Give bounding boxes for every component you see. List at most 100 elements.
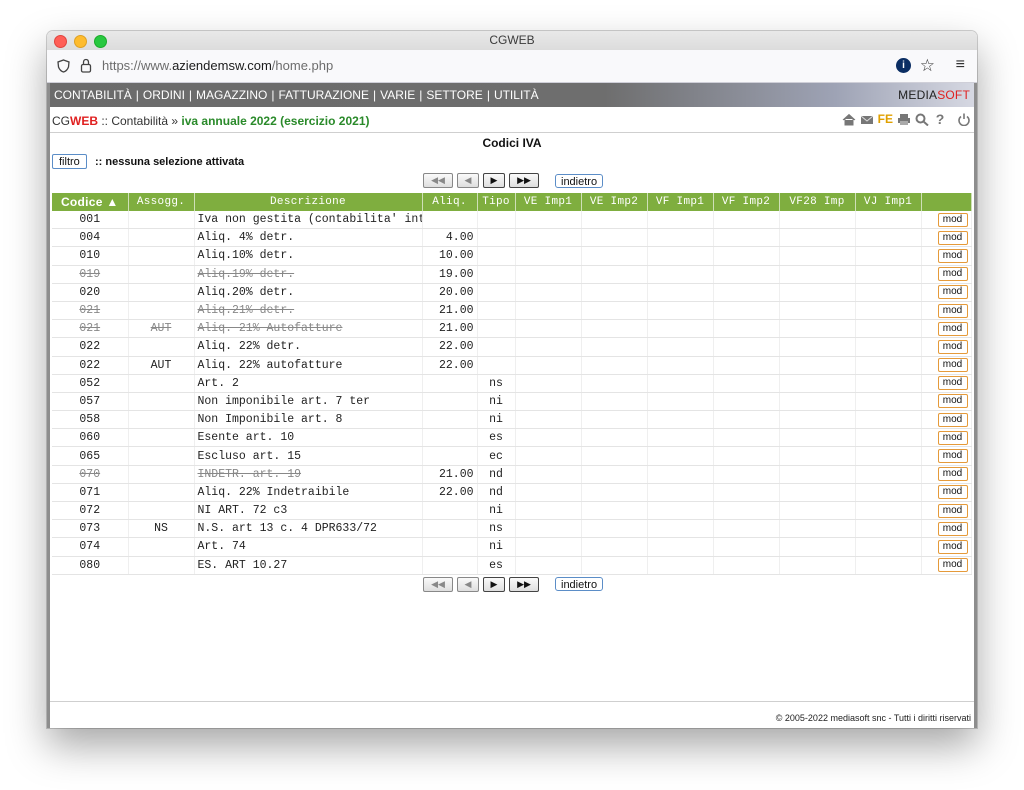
close-window-button[interactable] [54,35,67,48]
empty-cell [713,446,780,466]
action-cell: mod [921,265,972,284]
last-page-button[interactable]: ▶▶ [509,173,539,188]
minimize-window-button[interactable] [74,35,87,48]
breadcrumb-app-web[interactable]: WEB [70,114,98,128]
mod-button[interactable]: mod [937,285,968,300]
mod-button[interactable]: mod [937,376,968,391]
next-page-button-bottom[interactable]: ▶ [483,576,505,592]
browser-menu-icon[interactable]: ≡ [956,56,965,74]
menu-item[interactable]: VARIE [380,88,415,102]
mod-button[interactable]: mod [937,485,968,500]
empty-cell [515,265,582,284]
mail-icon[interactable] [860,113,874,126]
next-page-button[interactable]: ▶ [483,173,505,188]
codice-cell: 058 [52,410,129,430]
table-row: 073 NS N.S. art 13 c. 4 DPR633/72 ns mod [52,519,972,539]
address-field[interactable]: https://www.aziendemsw.com/home.php [102,58,333,73]
print-icon[interactable] [897,113,911,126]
mod-button[interactable]: mod [937,230,968,245]
empty-cell [855,446,922,466]
tipo-cell: es [477,556,516,575]
empty-cell [515,519,582,539]
breadcrumb: CGWEB :: Contabilità » iva annuale 2022 … [52,114,370,128]
codice-cell: 001 [52,211,129,230]
column-header: VF Imp2 [713,193,780,211]
extension-icon[interactable]: i [896,58,911,73]
empty-cell [647,265,714,284]
home-icon[interactable] [842,113,856,126]
prev-page-button-bottom[interactable]: ◀ [457,576,479,592]
table-row: 070 INDETR. art. 19 21.00 nd mod [52,465,972,484]
menu-item[interactable]: FATTURAZIONE [279,88,369,102]
table-header-row: Codice ▲ Assogg. Descrizione Aliq. Tipo VE Im… [52,193,972,211]
menu-item[interactable]: MAGAZZINO [196,88,267,102]
breadcrumb-app-cg[interactable]: CG [52,114,70,128]
descrizione-cell: Non Imponibile art. 8 [194,410,423,430]
descrizione-cell: Aliq. 21% Autofatture [194,319,423,339]
last-page-button-bottom[interactable]: ▶▶ [509,576,539,592]
menu-separator: | [372,88,377,102]
menu-item[interactable]: CONTABILITÀ [54,88,132,102]
mod-button[interactable]: mod [937,449,968,464]
url-bar: https://www.aziendemsw.com/home.php i ☆ … [47,50,977,83]
empty-cell [647,483,714,503]
empty-cell [515,246,582,266]
mod-button[interactable]: mod [937,521,968,536]
mod-button[interactable]: mod [937,212,968,227]
menu-item[interactable]: SETTORE [426,88,482,102]
bookmark-star-icon[interactable]: ☆ [920,56,935,76]
column-header: Aliq. [422,193,478,211]
first-page-button[interactable]: ◀◀ [423,173,453,188]
codice-cell: 072 [52,501,129,521]
power-icon[interactable] [957,113,971,126]
aliquota-cell: 19.00 [422,265,478,284]
mod-button[interactable]: mod [937,412,968,427]
first-page-button-bottom[interactable]: ◀◀ [423,576,453,592]
help-icon[interactable]: ? [933,112,947,126]
menu-item[interactable]: UTILITÀ [494,88,539,102]
search-icon[interactable] [915,113,929,126]
mod-button[interactable]: mod [937,558,968,573]
lock-icon[interactable] [80,58,92,73]
assogg-cell [128,283,195,302]
empty-cell [581,465,648,484]
mod-button[interactable]: mod [937,339,968,354]
descrizione-cell: Escluso art. 15 [194,446,423,466]
fe-icon[interactable]: FE [878,112,893,126]
shield-icon[interactable] [57,59,70,73]
table-row: 058 Non Imponibile art. 8 ni mod [52,410,972,430]
mod-button[interactable]: mod [937,430,968,445]
mod-button[interactable]: mod [937,467,968,482]
empty-cell [515,410,582,430]
table-body: 001 Iva non gestita (contabilita' int mod 0… [52,211,972,575]
filter-button[interactable]: filtro [52,154,87,169]
menu-item[interactable]: ORDINI [143,88,185,102]
mod-button[interactable]: mod [937,539,968,554]
mod-button[interactable]: mod [937,394,968,409]
mod-button[interactable]: mod [937,248,968,263]
empty-cell [713,356,780,375]
empty-cell [779,465,856,484]
back-button[interactable]: indietro [555,173,604,188]
mod-button[interactable]: mod [937,303,968,318]
page-title: Codici IVA [482,136,542,150]
mod-button[interactable]: mod [937,358,968,373]
empty-cell [713,301,780,321]
empty-cell [855,265,922,284]
column-header: Descrizione [194,193,423,211]
menu-separator: | [188,88,193,102]
codice-cell: 020 [52,283,129,302]
mod-button[interactable]: mod [937,321,968,336]
back-button-bottom[interactable]: indietro [555,577,604,592]
breadcrumb-section[interactable]: :: Contabilità » [98,114,181,128]
column-header[interactable]: Codice ▲ [52,193,129,211]
mod-button[interactable]: mod [937,503,968,518]
action-cell: mod [921,228,972,248]
zoom-window-button[interactable] [94,35,107,48]
empty-cell [855,211,922,230]
empty-cell [779,228,856,248]
table-row: 052 Art. 2 ns mod [52,374,972,393]
empty-cell [855,428,922,448]
prev-page-button[interactable]: ◀ [457,173,479,188]
mod-button[interactable]: mod [937,267,968,282]
